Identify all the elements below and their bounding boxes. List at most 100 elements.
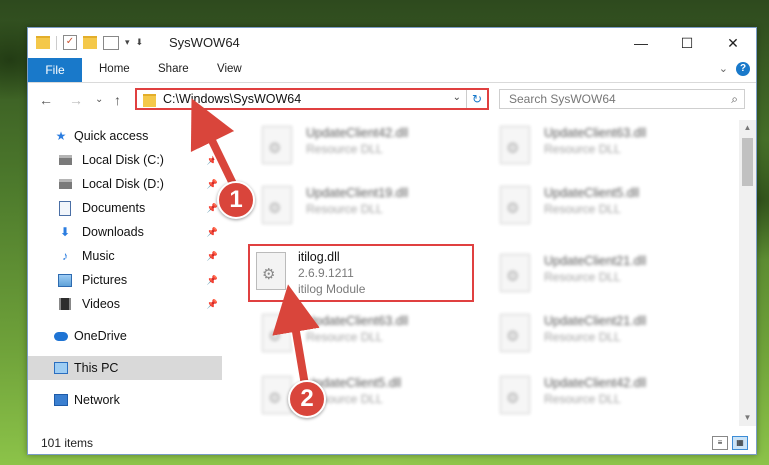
sidebar-item-videos[interactable]: Videos 📌: [28, 292, 222, 316]
sidebar-item-documents[interactable]: Documents 📌: [28, 196, 222, 220]
recent-locations-button[interactable]: ⌄: [95, 94, 103, 105]
star-icon: ★: [55, 129, 67, 143]
file-item[interactable]: UpdateClient19.dll Resource DLL: [252, 180, 482, 230]
forward-button[interactable]: →: [69, 92, 83, 108]
quick-access-toolbar: ✓ ▾ ⬇: [36, 35, 143, 50]
help-icon[interactable]: ?: [736, 62, 750, 76]
file-name: UpdateClient63.dll: [306, 314, 409, 328]
search-icon[interactable]: ⌕: [731, 92, 738, 107]
sidebar-item-local-disk-d[interactable]: Local Disk (D:) 📌: [28, 172, 222, 196]
minimize-button[interactable]: —: [618, 28, 664, 58]
address-dropdown-icon[interactable]: ⌄: [453, 92, 461, 103]
file-name: itilog.dll: [298, 250, 340, 264]
sidebar-item-onedrive[interactable]: OneDrive: [28, 324, 222, 348]
customize-toolbar-icon[interactable]: [103, 35, 119, 50]
scroll-down-icon[interactable]: ▼: [739, 410, 756, 426]
tab-share[interactable]: Share: [158, 63, 189, 75]
sidebar-item-network[interactable]: Network: [28, 388, 222, 412]
sidebar-item-label: Downloads: [82, 225, 144, 239]
toolbar-more-icon[interactable]: ⬇: [136, 37, 144, 48]
tab-view[interactable]: View: [217, 63, 242, 75]
title-bar: ✓ ▾ ⬇ SysWOW64 — ☐ ✕: [28, 28, 756, 58]
back-button[interactable]: ←: [39, 92, 53, 108]
pin-icon[interactable]: 📌: [207, 275, 218, 286]
file-item[interactable]: UpdateClient42.dll Resource DLL: [490, 370, 720, 420]
search-box[interactable]: Search SysWOW64 ⌕: [499, 89, 745, 109]
file-name: UpdateClient21.dll: [544, 254, 647, 268]
sidebar-item-music[interactable]: ♪ Music 📌: [28, 244, 222, 268]
details-view-icon[interactable]: ≡: [712, 436, 728, 450]
file-name: UpdateClient42.dll: [306, 126, 409, 140]
file-name: UpdateClient5.dll: [544, 186, 640, 200]
item-count: 101 items: [41, 436, 94, 450]
dll-file-icon: [500, 254, 530, 292]
file-item[interactable]: UpdateClient63.dll Resource DLL: [252, 308, 482, 358]
file-description: itilog Module: [298, 282, 366, 296]
pin-icon[interactable]: 📌: [207, 299, 218, 310]
pin-icon[interactable]: 📌: [207, 203, 218, 214]
scroll-thumb[interactable]: [742, 138, 753, 186]
file-description: Resource DLL: [306, 202, 383, 216]
sidebar-item-label: Network: [74, 393, 120, 407]
sidebar-item-downloads[interactable]: ⬇ Downloads 📌: [28, 220, 222, 244]
refresh-button[interactable]: ↻: [466, 90, 487, 108]
pin-icon[interactable]: 📌: [207, 179, 218, 190]
vertical-scrollbar[interactable]: ▲ ▼: [739, 120, 756, 426]
file-description: Resource DLL: [544, 392, 621, 406]
dll-file-icon: [500, 314, 530, 352]
tab-file[interactable]: File: [28, 58, 82, 82]
file-name: UpdateClient19.dll: [306, 186, 409, 200]
sidebar-item-label: Videos: [82, 297, 120, 311]
step-1-badge: 1: [217, 181, 255, 219]
window-controls: — ☐ ✕: [618, 28, 756, 58]
tab-home[interactable]: Home: [99, 63, 130, 75]
sidebar-item-local-disk-c[interactable]: Local Disk (C:) 📌: [28, 148, 222, 172]
dll-file-icon: [262, 314, 292, 352]
file-name: UpdateClient63.dll: [544, 126, 647, 140]
navigation-pane: ★ Quick access Local Disk (C:) 📌 Local D…: [28, 124, 222, 424]
sidebar-item-label: Local Disk (D:): [82, 177, 164, 191]
maximize-button[interactable]: ☐: [664, 28, 710, 58]
sidebar-item-this-pc[interactable]: This PC: [28, 356, 222, 380]
large-icons-view-icon[interactable]: ▦: [732, 436, 748, 450]
pin-icon[interactable]: 📌: [207, 251, 218, 262]
expand-ribbon-icon[interactable]: ⌄: [719, 62, 728, 75]
up-button[interactable]: ↑: [114, 92, 121, 108]
file-name: UpdateClient21.dll: [544, 314, 647, 328]
properties-check-icon[interactable]: ✓: [63, 35, 77, 50]
documents-icon: [58, 200, 72, 216]
pin-icon[interactable]: 📌: [207, 227, 218, 238]
file-item[interactable]: UpdateClient5.dll Resource DLL: [490, 180, 720, 230]
sidebar-item-label: This PC: [74, 361, 119, 375]
file-description: Resource DLL: [544, 142, 621, 156]
computer-icon: [54, 362, 68, 374]
folder-icon: [143, 94, 156, 107]
file-item[interactable]: UpdateClient21.dll Resource DLL: [490, 308, 720, 358]
pictures-icon: [58, 273, 72, 287]
search-input[interactable]: Search SysWOW64: [509, 92, 616, 106]
file-item[interactable]: UpdateClient63.dll Resource DLL: [490, 120, 720, 170]
scroll-up-icon[interactable]: ▲: [739, 120, 756, 136]
pin-icon[interactable]: 📌: [207, 155, 218, 166]
new-folder-icon[interactable]: [83, 36, 97, 49]
divider: [56, 35, 57, 50]
step-2-badge: 2: [288, 380, 326, 418]
cloud-icon: [54, 330, 68, 342]
address-bar[interactable]: C:\Windows\SysWOW64 ⌄ ↻: [135, 88, 489, 110]
toolbar-dropdown-icon[interactable]: ▾: [125, 37, 130, 48]
music-icon: ♪: [62, 249, 68, 263]
sidebar-item-quick-access[interactable]: ★ Quick access: [28, 124, 222, 148]
close-button[interactable]: ✕: [710, 28, 756, 58]
drive-icon: [58, 178, 72, 190]
videos-icon: [58, 298, 72, 310]
dll-file-icon: [500, 126, 530, 164]
sidebar-item-pictures[interactable]: Pictures 📌: [28, 268, 222, 292]
sidebar-item-label: Music: [82, 249, 115, 263]
file-item[interactable]: UpdateClient5.dll Resource DLL: [252, 370, 482, 420]
address-path[interactable]: C:\Windows\SysWOW64: [163, 92, 301, 106]
file-description: Resource DLL: [544, 330, 621, 344]
ribbon-tabs: File Home Share View ⌄ ?: [28, 58, 756, 83]
file-item[interactable]: UpdateClient21.dll Resource DLL: [490, 248, 720, 298]
file-item-itilog[interactable]: itilog.dll 2.6.9.1211 itilog Module: [248, 244, 474, 302]
file-item[interactable]: UpdateClient42.dll Resource DLL: [252, 120, 482, 170]
